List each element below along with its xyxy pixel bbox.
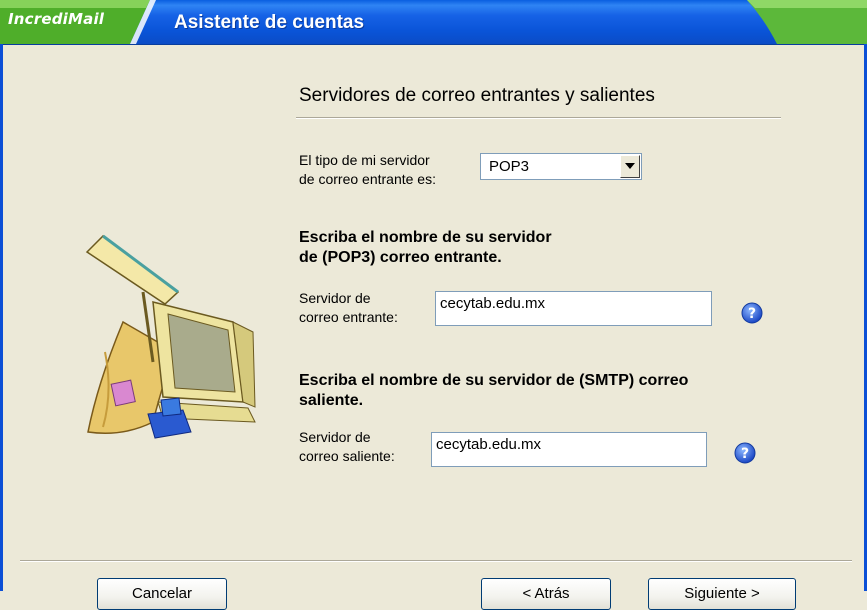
outgoing-server-label-line2: correo saliente: (299, 448, 395, 464)
title-bar: IncrediMail Asistente de cuentas (0, 0, 867, 45)
wizard-content: Servidores de correo entrantes y salient… (3, 45, 864, 610)
incoming-server-label-line2: correo entrante: (299, 309, 398, 325)
outgoing-instruction-line2: saliente. (299, 392, 364, 409)
computer-mail-illustration (85, 234, 256, 439)
chevron-down-icon (625, 163, 635, 169)
outgoing-server-input[interactable]: cecytab.edu.mx (431, 432, 707, 467)
outgoing-instruction: Escriba el nombre de su servidor de (SMT… (299, 371, 688, 411)
incoming-instruction-line2: de (POP3) correo entrante. (299, 249, 502, 266)
back-button[interactable]: < Atrás (481, 578, 611, 610)
server-type-label-line1: El tipo de mi servidor (299, 152, 430, 168)
svg-text:?: ? (748, 306, 756, 322)
next-button[interactable]: Siguiente > (648, 578, 796, 610)
server-type-label: El tipo de mi servidor de correo entrant… (299, 151, 436, 189)
incoming-server-label-line1: Servidor de (299, 290, 371, 306)
incoming-server-input[interactable]: cecytab.edu.mx (435, 291, 712, 326)
outgoing-server-label: Servidor de correo saliente: (299, 428, 395, 466)
incoming-instruction: Escriba el nombre de su servidor de (POP… (299, 228, 552, 268)
server-type-value: POP3 (489, 158, 530, 175)
heading-divider (296, 117, 781, 119)
cancel-button[interactable]: Cancelar (97, 578, 227, 610)
outgoing-server-value: cecytab.edu.mx (436, 436, 542, 453)
svg-text:?: ? (741, 446, 749, 462)
outgoing-instruction-line1: Escriba el nombre de su servidor de (SMT… (299, 372, 689, 389)
incredimail-logo: IncrediMail (8, 10, 105, 28)
title-corner-decoration (747, 0, 867, 44)
outgoing-server-label-line1: Servidor de (299, 429, 371, 445)
footer-divider (20, 560, 852, 562)
page-title: Servidores de correo entrantes y salient… (299, 85, 655, 106)
server-type-dropdown-button[interactable] (620, 155, 640, 178)
incoming-instruction-line1: Escriba el nombre de su servidor (299, 229, 552, 246)
incoming-server-value: cecytab.edu.mx (440, 295, 546, 312)
server-type-label-line2: de correo entrante es: (299, 171, 436, 187)
server-type-select[interactable]: POP3 (480, 153, 642, 180)
help-icon[interactable]: ? (741, 302, 763, 324)
help-icon[interactable]: ? (734, 442, 756, 464)
incoming-server-label: Servidor de correo entrante: (299, 289, 398, 327)
window-title: Asistente de cuentas (174, 12, 365, 33)
